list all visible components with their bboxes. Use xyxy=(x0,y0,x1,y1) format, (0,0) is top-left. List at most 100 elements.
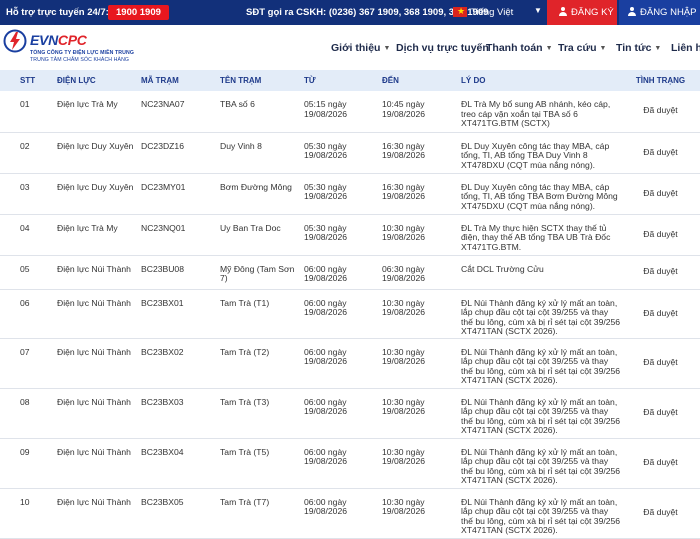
cell-tinh-trang: Đã duyệt xyxy=(643,266,678,277)
table-row: 08 Điện lực Núi Thành BC23BX03 Tam Trà (T3)… xyxy=(0,388,700,438)
cell-dien-luc: Điện lực Núi Thành xyxy=(57,396,131,407)
cell-den: 06:30 ngày 19/08/2026 xyxy=(382,263,426,284)
cell-ma-tram: DC23MY01 xyxy=(141,181,186,192)
cell-ly-do: ĐL Núi Thành đăng ký xử lý mất an toàn, … xyxy=(461,297,621,337)
cell-tu: 05:30 ngày 19/08/2026 xyxy=(304,181,348,202)
cell-tu: 06:00 ngày 19/08/2026 xyxy=(304,496,348,517)
cell-ly-do: ĐL Duy Xuyên công tác thay MBA, cáp tổng… xyxy=(461,140,610,170)
cell-tu: 06:00 ngày 19/08/2026 xyxy=(304,297,348,318)
logo-subtitle-line2: TRUNG TÂM CHĂM SÓC KHÁCH HÀNG xyxy=(30,57,130,63)
column-header-tu: TỪ xyxy=(304,76,316,85)
cell-stt: 05 xyxy=(20,263,30,274)
cell-den: 16:30 ngày 19/08/2026 xyxy=(382,140,426,161)
cell-den: 16:30 ngày 19/08/2026 xyxy=(382,181,426,202)
cell-stt: 08 xyxy=(20,396,30,407)
column-header-dien-luc: ĐIỆN LỰC xyxy=(57,76,96,85)
cell-ten-tram: Tam Trà (T5) xyxy=(220,446,270,457)
chevron-down-icon: ▼ xyxy=(545,45,553,52)
column-header-ten-tram: TÊN TRẠM xyxy=(220,76,262,85)
cell-tu: 05:15 ngày 19/08/2026 xyxy=(304,99,348,119)
cell-tinh-trang: Đã duyệt xyxy=(643,187,678,198)
cell-tinh-trang: Đã duyệt xyxy=(643,105,678,116)
table-row: 01 Điện lực Trà My NC23NA07 TBA số 6 05:15 n… xyxy=(0,91,700,132)
chevron-down-icon: ▼ xyxy=(599,45,607,52)
table-row: 02 Điện lực Duy Xuyên DC23DZ16 Duy Vinh 8 05… xyxy=(0,132,700,173)
cell-den: 10:30 ngày 19/08/2026 xyxy=(382,496,426,517)
nav-item-tin-tuc[interactable]: Tin tức ▼ xyxy=(616,42,661,54)
nav-item-tra-cuu[interactable]: Tra cứu ▼ xyxy=(558,42,606,54)
cell-ma-tram: BC23BX02 xyxy=(141,346,184,357)
cell-ten-tram: TBA số 6 xyxy=(220,99,255,109)
cell-ly-do: ĐL Duy Xuyên công tác thay MBA, cáp tổng… xyxy=(461,181,618,211)
register-button[interactable]: ĐĂNG KÝ xyxy=(547,0,617,25)
cell-ma-tram: BC23BX03 xyxy=(141,396,184,407)
logo-subtitle-line1: TỔNG CÔNG TY ĐIỆN LỰC MIỀN TRUNG xyxy=(30,50,134,56)
cell-ten-tram: Tam Trà (T3) xyxy=(220,396,270,407)
login-button[interactable]: ĐĂNG NHẬP xyxy=(619,0,700,25)
cell-tu: 06:00 ngày 19/08/2026 xyxy=(304,263,348,284)
hotline-number-badge[interactable]: 1900 1909 xyxy=(108,5,169,20)
cell-ma-tram: BC23BX04 xyxy=(141,446,184,457)
cell-ma-tram: DC23DZ16 xyxy=(141,140,184,151)
table-row: 10 Điện lực Núi Thành BC23BX05 Tam Trà (T7)… xyxy=(0,488,700,538)
cell-tu: 06:00 ngày 19/08/2026 xyxy=(304,346,348,367)
cskh-label: SĐT gọi ra CSKH: xyxy=(246,7,327,18)
cell-den: 10:30 ngày 19/08/2026 xyxy=(382,222,426,243)
language-selector[interactable]: Tiếng Việt xyxy=(471,7,513,18)
table-row: 04 Điện lực Trà My NC23NQ01 Uy Ban Tra Doc 0… xyxy=(0,214,700,255)
nav-item-lien-he[interactable]: Liên hệ xyxy=(671,42,700,54)
table-header-row: STT ĐIỆN LỰC MÃ TRẠM TÊN TRẠM TỪ ĐẾN LÝ … xyxy=(0,70,700,91)
cell-ly-do: ĐL Núi Thành đăng ký xử lý mất an toàn, … xyxy=(461,396,621,436)
column-header-ma-tram: MÃ TRẠM xyxy=(141,76,179,85)
table-row: 05 Điện lực Núi Thành BC23BU08 Mỹ Đông (Tam… xyxy=(0,255,700,289)
cell-stt: 01 xyxy=(20,99,30,109)
cell-ly-do: ĐL Trà My thực hiện SCTX thay thế tủ điệ… xyxy=(461,222,611,252)
cell-ten-tram: Tam Trà (T7) xyxy=(220,496,270,507)
cell-tinh-trang: Đã duyệt xyxy=(643,357,678,368)
cell-tu: 05:30 ngày 19/08/2026 xyxy=(304,222,348,243)
cell-ten-tram: Mỹ Đông (Tam Sơn 7) xyxy=(220,263,295,284)
cell-dien-luc: Điện lực Duy Xuyên xyxy=(57,181,134,192)
cell-stt: 04 xyxy=(20,222,30,233)
cell-dien-luc: Điện lực Núi Thành xyxy=(57,346,131,357)
cell-stt: 03 xyxy=(20,181,30,192)
cell-dien-luc: Điện lực Trà My xyxy=(57,222,118,233)
cell-tinh-trang: Đã duyệt xyxy=(643,407,678,418)
cell-ten-tram: Uy Ban Tra Doc xyxy=(220,222,281,233)
cell-den: 10:30 ngày 19/08/2026 xyxy=(382,396,426,417)
top-bar: Hỗ trợ trực tuyến 24/7: 1900 1909 SĐT gọ… xyxy=(0,0,700,25)
cell-stt: 02 xyxy=(20,140,30,151)
cell-ly-do: ĐL Núi Thành đăng ký xử lý mất an toàn, … xyxy=(461,346,621,386)
chevron-down-icon[interactable]: ▼ xyxy=(534,6,542,15)
nav-item-thanh-toan[interactable]: Thanh toán ▼ xyxy=(486,42,553,54)
cell-dien-luc: Điện lực Núi Thành xyxy=(57,263,131,274)
user-icon xyxy=(628,7,636,16)
chevron-down-icon: ▼ xyxy=(654,45,662,52)
site-header: EVNCPC TỔNG CÔNG TY ĐIỆN LỰC MIỀN TRUNG … xyxy=(0,25,700,70)
cell-tinh-trang: Đã duyệt xyxy=(643,146,678,157)
table-row: 03 Điện lực Duy Xuyên DC23MY01 Bơm Đường Mô… xyxy=(0,173,700,214)
cell-ly-do: ĐL Núi Thành đăng ký xử lý mất an toàn, … xyxy=(461,446,621,486)
outage-schedule-table: STT ĐIỆN LỰC MÃ TRẠM TÊN TRẠM TỪ ĐẾN LÝ … xyxy=(0,70,700,539)
cell-stt: 09 xyxy=(20,446,30,457)
cell-ten-tram: Tam Trà (T1) xyxy=(220,297,270,308)
cell-ly-do: ĐL Núi Thành đăng ký xử lý mất an toàn, … xyxy=(461,496,621,536)
cell-dien-luc: Điện lực Duy Xuyên xyxy=(57,140,134,151)
cell-tu: 06:00 ngày 19/08/2026 xyxy=(304,396,348,417)
vietnam-flag-icon: ★ xyxy=(453,6,467,17)
cell-tinh-trang: Đã duyệt xyxy=(643,457,678,468)
cell-dien-luc: Điện lực Núi Thành xyxy=(57,297,131,308)
evn-logo-icon[interactable] xyxy=(3,29,27,53)
cell-ma-tram: NC23NA07 xyxy=(141,99,185,109)
cell-tu: 05:30 ngày 19/08/2026 xyxy=(304,140,348,161)
cell-den: 10:30 ngày 19/08/2026 xyxy=(382,346,426,367)
cell-ma-tram: NC23NQ01 xyxy=(141,222,186,233)
table-row: 07 Điện lực Núi Thành BC23BX02 Tam Trà (T2)… xyxy=(0,338,700,388)
cell-tu: 06:00 ngày 19/08/2026 xyxy=(304,446,348,467)
cell-tinh-trang: Đã duyệt xyxy=(643,307,678,318)
cell-ma-tram: BC23BU08 xyxy=(141,263,184,274)
nav-item-gioi-thieu[interactable]: Giới thiệu ▼ xyxy=(331,42,390,54)
cell-ma-tram: BC23BX05 xyxy=(141,496,184,507)
nav-item-dich-vu[interactable]: Dịch vụ trực tuyến xyxy=(396,42,489,54)
logo-wordmark[interactable]: EVNCPC xyxy=(30,32,87,48)
